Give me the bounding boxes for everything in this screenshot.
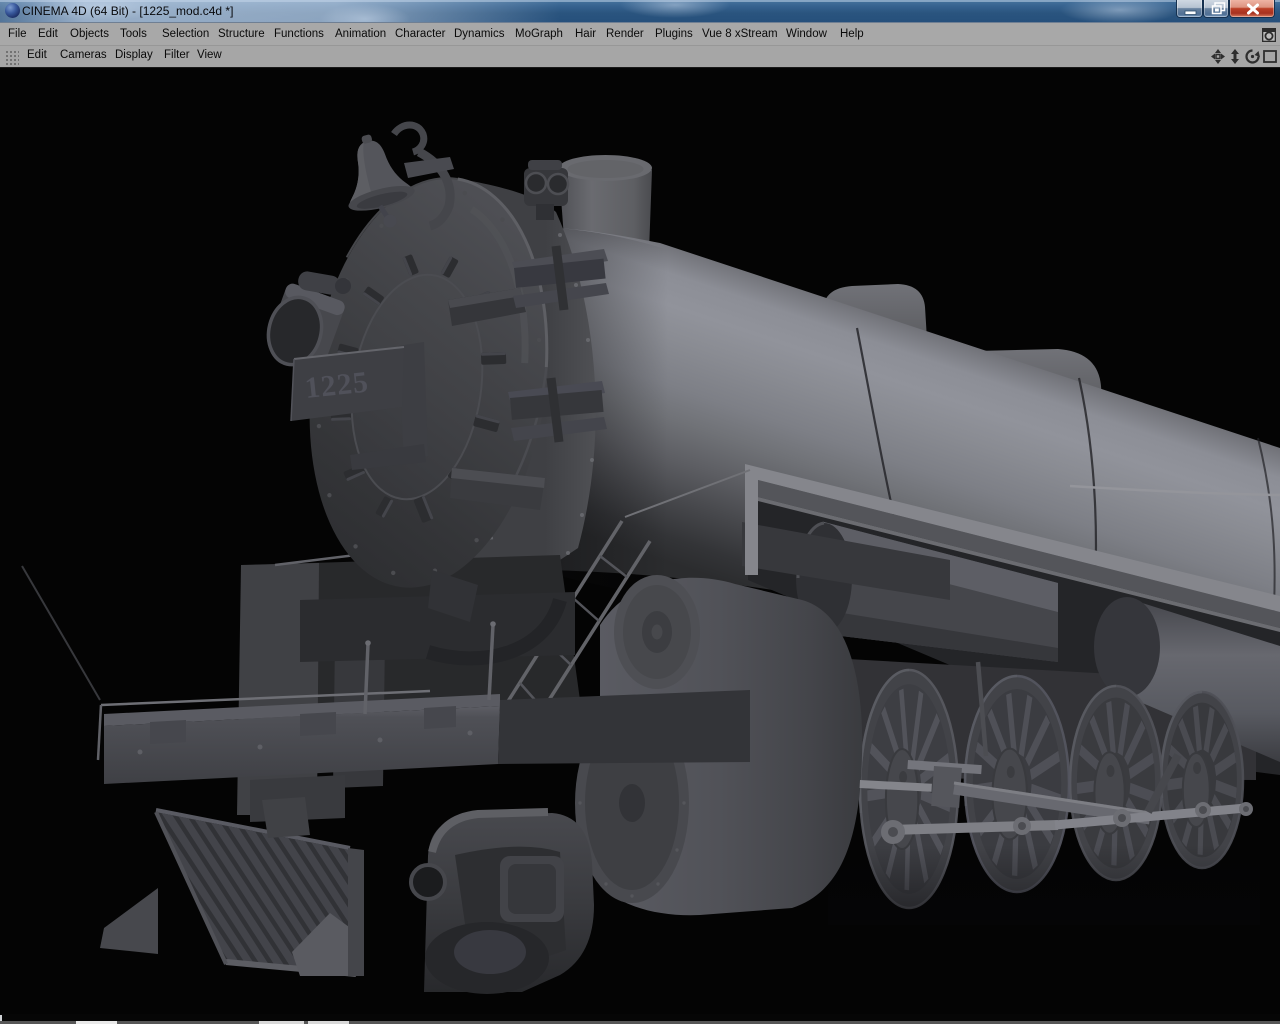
svg-text:1225: 1225 [303,365,370,405]
